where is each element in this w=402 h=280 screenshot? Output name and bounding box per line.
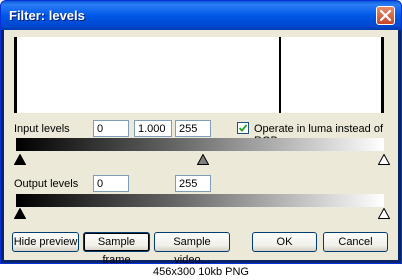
- output-levels-gradient[interactable]: [16, 194, 384, 207]
- hide-preview-button[interactable]: Hide preview: [12, 232, 79, 252]
- output-black-handle[interactable]: [14, 208, 26, 219]
- ok-button[interactable]: OK: [252, 232, 317, 252]
- sample-video-button[interactable]: Sample video...: [154, 232, 230, 263]
- output-white-handle[interactable]: [378, 208, 390, 219]
- levels-dialog: Filter: levels Input levels Operate in l…: [0, 0, 402, 264]
- histogram-bar: [381, 37, 383, 113]
- cancel-button[interactable]: Cancel: [323, 232, 388, 252]
- input-gamma-handle[interactable]: [197, 154, 209, 165]
- input-white-handle[interactable]: [378, 154, 390, 165]
- output-low-field[interactable]: [93, 175, 129, 192]
- title-bar[interactable]: Filter: levels: [1, 1, 401, 30]
- input-levels-label: Input levels: [14, 123, 70, 135]
- sample-frame-button[interactable]: Sample frame: [83, 232, 150, 263]
- window-title: Filter: levels: [9, 8, 85, 23]
- input-high-field[interactable]: [175, 120, 211, 137]
- histogram-bar: [279, 37, 281, 113]
- checkmark-icon: [239, 124, 247, 132]
- dialog-body: Input levels Operate in luma instead of …: [4, 30, 398, 263]
- input-gamma-field[interactable]: [134, 120, 172, 137]
- input-levels-gradient[interactable]: [16, 138, 384, 151]
- luma-checkbox[interactable]: [237, 122, 249, 134]
- output-high-field[interactable]: [175, 175, 211, 192]
- close-button[interactable]: [376, 6, 395, 25]
- histogram-bar: [15, 37, 17, 113]
- input-black-handle[interactable]: [14, 154, 26, 165]
- close-icon: [380, 10, 391, 21]
- histogram-display: [14, 37, 384, 113]
- output-levels-label: Output levels: [14, 178, 79, 190]
- input-low-field[interactable]: [93, 120, 129, 137]
- image-info-caption: 456x300 10kb PNG: [152, 266, 249, 278]
